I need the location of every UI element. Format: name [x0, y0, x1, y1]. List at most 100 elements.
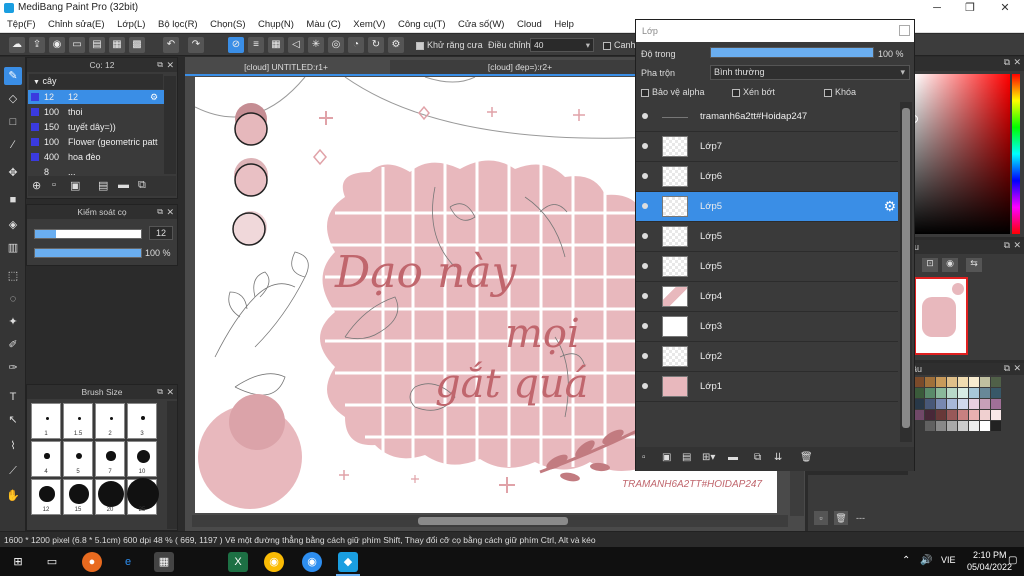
comment-icon[interactable]: ◉	[49, 37, 65, 53]
menu-cloud[interactable]: Cloud	[517, 16, 542, 33]
medibang-icon[interactable]: ◆	[338, 552, 358, 572]
clipping-checkbox[interactable]	[732, 88, 740, 97]
cloud-icon[interactable]: ☁	[9, 37, 25, 53]
palette-swatch[interactable]	[925, 410, 935, 420]
canvas-hscrollbar[interactable]	[192, 515, 788, 527]
eraser-tool-icon[interactable]: ◇	[4, 90, 22, 108]
popout-icon[interactable]: ⧉	[1004, 363, 1010, 374]
palette-swatch[interactable]	[914, 377, 924, 387]
gear-icon[interactable]: ⚙	[150, 90, 158, 104]
popout-icon[interactable]: ⧉	[1004, 57, 1010, 68]
palette-swatch[interactable]	[958, 377, 968, 387]
antialias-checkbox[interactable]	[416, 41, 424, 50]
firefox-icon[interactable]: ●	[82, 552, 102, 572]
maximize-button[interactable]: ❐	[953, 0, 987, 16]
radial-snap-icon[interactable]: ✳	[308, 37, 324, 53]
palette-swatch[interactable]	[947, 399, 957, 409]
protect-alpha-toggle[interactable]: Bảo vệ alpha	[641, 87, 705, 97]
brush-size-cell[interactable]: 1	[31, 403, 61, 439]
select-eraser-icon[interactable]: ✑	[4, 359, 22, 377]
redo-icon[interactable]: ↷	[188, 37, 204, 53]
brush-scrollbar[interactable]	[164, 76, 176, 174]
document-icon[interactable]: ▤	[89, 37, 105, 53]
palette-swatch[interactable]	[991, 410, 1001, 420]
palette-swatch[interactable]	[947, 377, 957, 387]
visibility-eye-icon[interactable]	[642, 173, 648, 179]
brush-size-cell[interactable]: 15	[63, 479, 93, 515]
layer-row[interactable]: Lớp3	[636, 312, 898, 342]
brush-menu-icon[interactable]: ▣	[70, 179, 80, 192]
brush-item[interactable]: 150 tuyết dây=))	[28, 120, 164, 134]
rotate-snap-icon[interactable]: ↻	[368, 37, 384, 53]
palette-swatch[interactable]	[925, 388, 935, 398]
brush-size-cell[interactable]: 12	[31, 479, 61, 515]
curve-snap-icon[interactable]: ◔	[348, 37, 364, 53]
fit-view-icon[interactable]: ⊡	[922, 258, 938, 272]
popout-icon[interactable]: ⧉	[157, 58, 163, 72]
layer-settings-gear-icon[interactable]: ⚙	[883, 198, 896, 215]
brush-item[interactable]: 400 hoa đèo	[28, 150, 164, 164]
add-layer-menu-icon[interactable]: ⊞▾	[702, 452, 715, 463]
brush-tool-icon[interactable]: ✎	[4, 67, 22, 85]
palette-swatch[interactable]	[969, 388, 979, 398]
new-8bit-layer-icon[interactable]: ▤	[682, 452, 691, 463]
brush-size-cell[interactable]: 2	[95, 403, 125, 439]
visibility-eye-icon[interactable]	[642, 323, 648, 329]
layer-row[interactable]: Lớp5 ⚙	[636, 192, 898, 222]
duplicate-icon[interactable]: ⧉	[138, 179, 146, 192]
palette-swatch[interactable]	[958, 410, 968, 420]
brush-size-cell[interactable]: 25	[126, 477, 160, 515]
brush-item[interactable]: 100 Flower (geometric patt	[28, 135, 164, 149]
brush-size-cell[interactable]: 10	[127, 441, 157, 477]
close-icon[interactable]: ✕	[1013, 240, 1021, 251]
brush-item[interactable]: 100 thoi	[28, 105, 164, 119]
doc-tab-dep[interactable]: [cloud] đẹp=):r2+	[390, 60, 650, 74]
folder-icon[interactable]: ▬	[118, 179, 129, 191]
layer-row[interactable]: Lớp2	[636, 342, 898, 372]
excel-icon[interactable]: X	[228, 552, 248, 572]
operation-tool-icon[interactable]: ↖	[4, 411, 22, 429]
popout-icon[interactable]: ⧉	[1004, 240, 1010, 251]
palette-swatch[interactable]	[936, 421, 946, 431]
palette-swatch[interactable]	[958, 399, 968, 409]
palette-swatch[interactable]	[991, 399, 1001, 409]
doc-tab-untitled[interactable]: [cloud] UNTITLED:r1+	[188, 60, 384, 74]
brush-group-header[interactable]: ▼ cây	[29, 74, 163, 89]
palette-swatch[interactable]	[947, 388, 957, 398]
chrome-icon[interactable]: ◉	[264, 552, 284, 572]
undo-icon[interactable]: ↶	[163, 37, 179, 53]
parallel-snap-icon[interactable]: ≡	[248, 37, 264, 53]
windows-start-icon[interactable]: ⊞	[8, 552, 28, 572]
rotate-view-icon[interactable]: ◉	[942, 258, 958, 272]
close-icon[interactable]: ✕	[1013, 57, 1021, 68]
share-icon[interactable]: ⇪	[29, 37, 45, 53]
brush-size-slider[interactable]	[34, 229, 142, 239]
visibility-eye-icon[interactable]	[642, 353, 648, 359]
palette-swatch[interactable]	[991, 421, 1001, 431]
circle-snap-icon[interactable]: ◎	[328, 37, 344, 53]
palette-swatch[interactable]	[947, 421, 957, 431]
hscroll-thumb[interactable]	[418, 517, 568, 525]
popout-icon[interactable]: ⧉	[157, 205, 163, 219]
line-tool-icon[interactable]: ∕	[4, 136, 22, 154]
menu-color[interactable]: Màu (C)	[306, 16, 340, 33]
new-halftone-layer-icon[interactable]: ▣	[662, 452, 671, 463]
chat-icon[interactable]: ▭	[69, 37, 85, 53]
layer-row[interactable]: Lớp7	[636, 132, 898, 162]
navigator-preview[interactable]	[914, 277, 968, 355]
move-tool-icon[interactable]: ✥	[4, 164, 22, 182]
saturation-value-box[interactable]	[914, 74, 1010, 234]
brush-size-value[interactable]: 12	[149, 226, 173, 240]
visibility-eye-icon[interactable]	[642, 203, 648, 209]
no-snap-icon[interactable]: ⊘	[228, 37, 244, 53]
close-icon[interactable]: ✕	[1013, 363, 1021, 374]
gradient-tool-icon[interactable]: ▥	[4, 239, 22, 257]
grid-icon[interactable]: ▩	[129, 37, 145, 53]
canh-checkbox[interactable]	[603, 41, 611, 50]
lasso-tool-icon[interactable]: ◌	[4, 290, 22, 308]
palette-swatch[interactable]	[914, 388, 924, 398]
text-tool-icon[interactable]: T	[4, 388, 22, 406]
notification-icon[interactable]: ▢	[1008, 555, 1017, 566]
menu-tools[interactable]: Công cụ(T)	[398, 16, 446, 33]
visibility-eye-icon[interactable]	[642, 113, 648, 119]
